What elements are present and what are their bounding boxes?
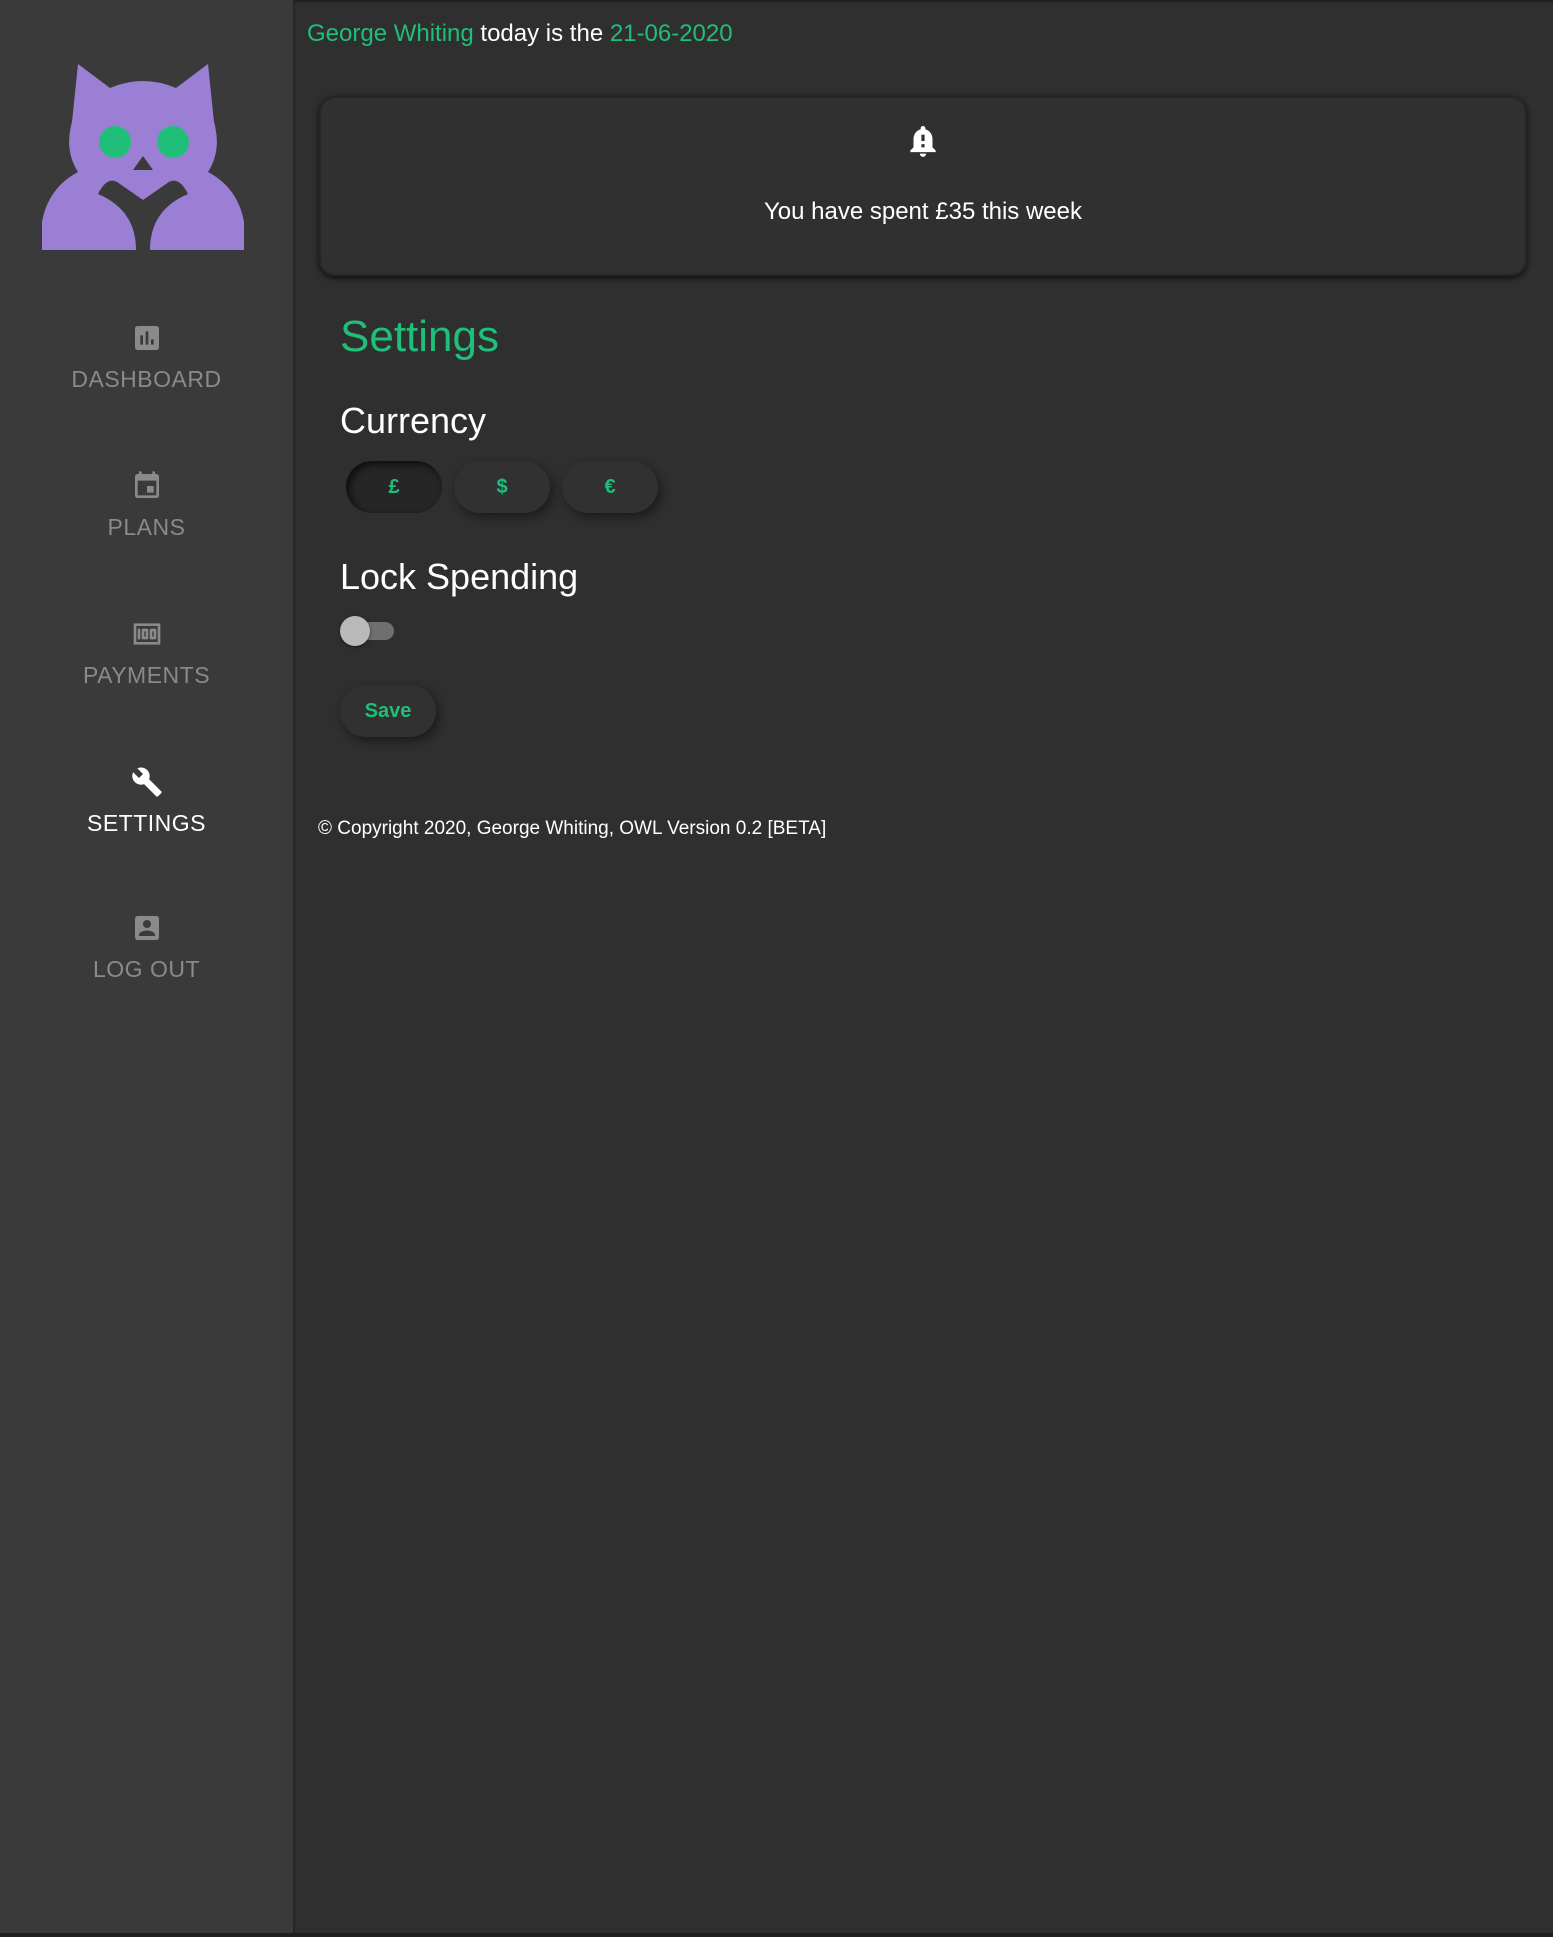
bottom-border: [0, 1933, 1553, 1937]
account-box-icon: [134, 916, 159, 940]
main-content: George Whiting today is the 21-06-2020 Y…: [295, 0, 1553, 1937]
page-title: Settings: [340, 312, 499, 361]
sidebar-item-logout[interactable]: LOG OUT: [0, 912, 293, 983]
alert-message: You have spent £35 this week: [763, 198, 1082, 225]
owl-logo: [42, 64, 244, 250]
save-button[interactable]: Save: [340, 685, 436, 737]
calendar-icon: [134, 471, 159, 498]
sidebar-item-label: SETTINGS: [86, 810, 206, 836]
toggle-knob: [340, 616, 370, 646]
currency-usd-button[interactable]: $: [454, 461, 550, 513]
lock-spending-heading: Lock Spending: [340, 556, 579, 597]
greeting: George Whiting today is the 21-06-2020: [307, 20, 733, 48]
currency-eur-button[interactable]: €: [562, 461, 658, 513]
greeting-text: today is the: [473, 20, 610, 47]
copyright-footer: © Copyright 2020, George Whiting, OWL Ve…: [318, 818, 827, 839]
sidebar-item-payments[interactable]: PAYMENTS: [0, 618, 293, 689]
money-icon: [133, 623, 160, 645]
lock-spending-toggle[interactable]: [340, 614, 396, 646]
sidebar-item-plans[interactable]: PLANS: [0, 470, 293, 541]
currency-heading: Currency: [340, 400, 487, 441]
current-date: 21-06-2020: [609, 20, 733, 47]
user-name: George Whiting: [307, 20, 474, 47]
sidebar-item-label: PAYMENTS: [82, 662, 211, 688]
bar-chart-icon: [134, 326, 159, 350]
sidebar-item-label: PLANS: [107, 514, 186, 540]
sidebar-item-label: DASHBOARD: [71, 366, 222, 392]
sidebar-item-settings[interactable]: SETTINGS: [0, 766, 293, 837]
sidebar: DASHBOARD PLANS PAYMENTS SETTINGS LOG OU…: [0, 0, 295, 1937]
wrench-icon: [131, 767, 162, 797]
spending-alert: You have spent £35 this week: [319, 96, 1527, 276]
sidebar-item-dashboard[interactable]: DASHBOARD: [0, 322, 293, 393]
currency-gbp-button[interactable]: £: [346, 461, 442, 513]
bell-alert-icon: [910, 125, 936, 157]
sidebar-item-label: LOG OUT: [92, 956, 200, 982]
